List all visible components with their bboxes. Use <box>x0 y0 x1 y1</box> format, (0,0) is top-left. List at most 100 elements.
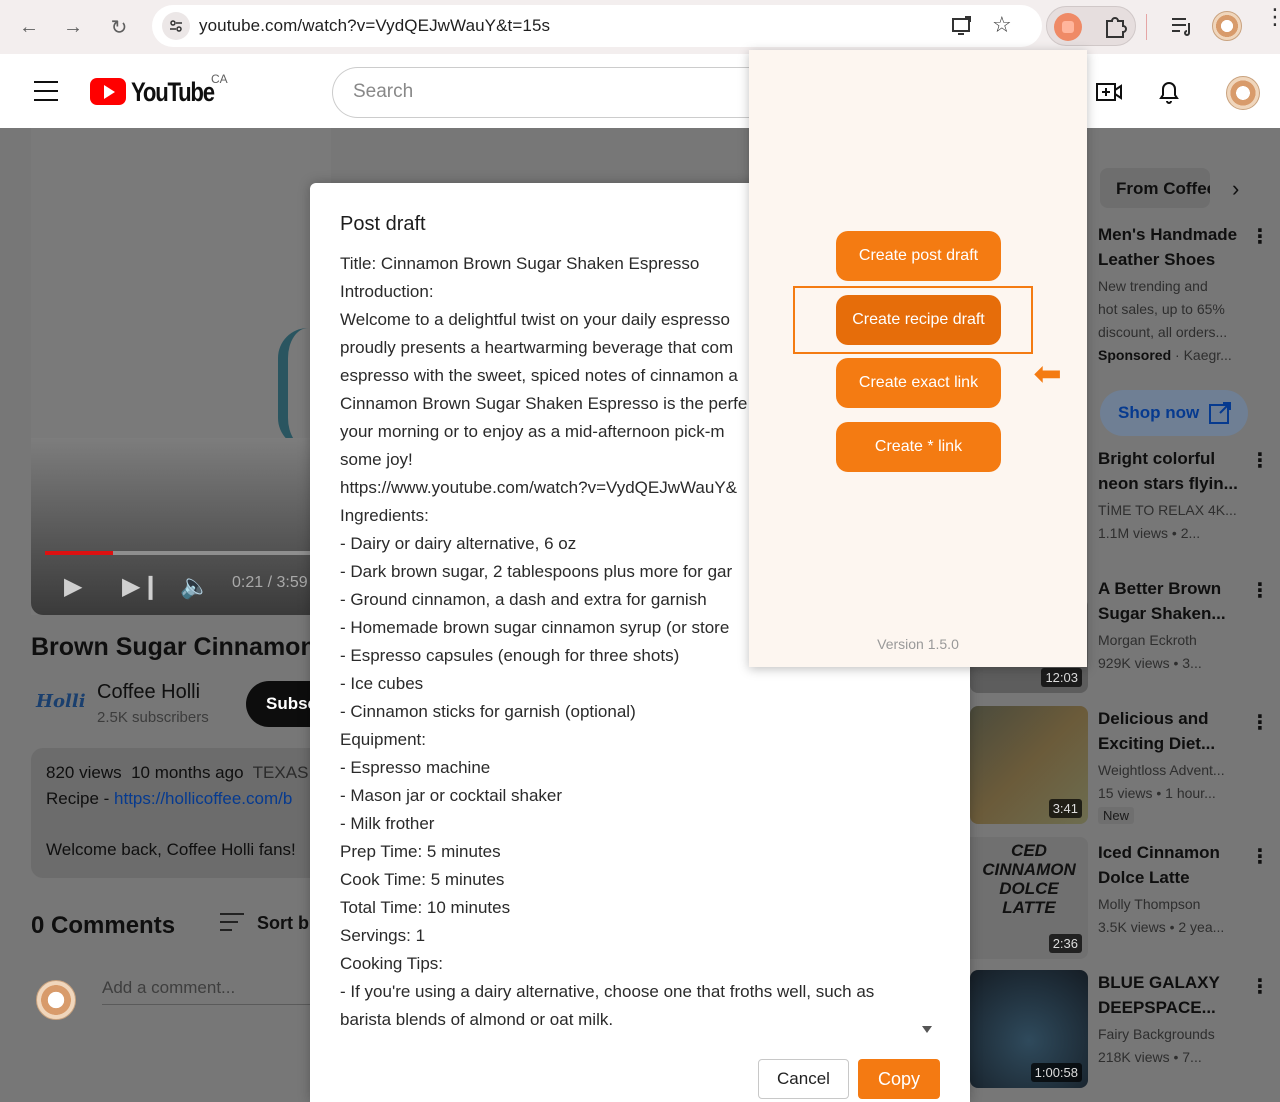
draft-line: - Cinnamon sticks for garnish (optional) <box>340 702 636 721</box>
rec-item[interactable]: A Better Brown Sugar Shaken... Morgan Ec… <box>1098 576 1248 675</box>
rec-meta: New trending and <box>1098 278 1208 294</box>
more-actions-icon[interactable]: ⋮ <box>1250 974 1270 999</box>
rec-title-line2: DEEPSPACE... <box>1098 998 1216 1017</box>
rec-title-line2: Sugar Shaken... <box>1098 604 1226 623</box>
rec-thumbnail[interactable]: 3:41 <box>970 706 1088 824</box>
country-code: CA <box>211 72 228 86</box>
rec-item-sponsored[interactable]: Men's Handmade Leather Shoes New trendin… <box>1098 222 1248 367</box>
shop-now-button[interactable]: Shop now <box>1100 390 1248 436</box>
duration-badge: 1:00:58 <box>1030 1063 1082 1082</box>
sort-by-button[interactable]: Sort b <box>257 913 309 934</box>
copy-button[interactable]: Copy <box>858 1059 940 1099</box>
location: TEXAS <box>252 763 309 782</box>
comments-count: 0 Comments <box>31 912 176 939</box>
bookmark-star-icon[interactable]: ☆ <box>992 12 1012 38</box>
rec-thumbnail[interactable]: 1:00:58 <box>970 970 1088 1088</box>
draft-line: Cook Time: 5 minutes <box>340 870 505 889</box>
rec-meta: TİME TO RELAX 4K... <box>1098 502 1237 518</box>
rec-item[interactable]: Bright colorful neon stars flyin... TİME… <box>1098 446 1248 545</box>
youtube-wordmark[interactable]: YouTube <box>131 77 215 108</box>
create-post-draft-button[interactable]: Create post draft <box>836 231 1001 281</box>
rec-thumbnail[interactable]: CED CINNAMON DOLCE LATTE 2:36 <box>970 837 1088 959</box>
add-comment-input[interactable]: Add a comment... <box>102 978 235 998</box>
draft-line: Cooking Tips: <box>340 954 443 973</box>
duration-badge: 2:36 <box>1048 934 1082 953</box>
channel-name[interactable]: Coffee Holli <box>97 681 200 704</box>
rec-title: A Better Brown <box>1098 579 1222 598</box>
rec-meta: 3.5K views • 2 yea... <box>1098 919 1225 935</box>
site-settings-icon[interactable] <box>162 12 190 40</box>
more-actions-icon[interactable]: ⋮ <box>1250 710 1270 735</box>
rec-meta: Fairy Backgrounds <box>1098 1026 1215 1042</box>
forward-icon[interactable]: → <box>58 12 88 42</box>
duration-badge: 3:41 <box>1048 799 1082 818</box>
youtube-logo-icon[interactable] <box>90 78 126 105</box>
rec-meta: 1.1M views • 2... <box>1098 525 1201 541</box>
cancel-button[interactable]: Cancel <box>758 1059 849 1099</box>
rec-item[interactable]: Delicious and Exciting Diet... Weightlos… <box>1098 706 1248 825</box>
url-text[interactable]: youtube.com/watch?v=VydQEJwWauY&t=15s <box>199 16 550 36</box>
rec-title: Bright colorful <box>1098 449 1216 468</box>
address-bar[interactable]: youtube.com/watch?v=VydQEJwWauY&t=15s ☆ <box>152 5 1042 47</box>
create-video-icon[interactable] <box>1095 80 1123 110</box>
rec-meta: 929K views • 3... <box>1098 655 1202 671</box>
thumbnail-text: CED CINNAMON DOLCE LATTE <box>982 841 1076 917</box>
highlight-box <box>793 286 1033 354</box>
external-link-icon <box>1208 401 1232 430</box>
create-exact-link-button[interactable]: Create exact link <box>836 358 1001 408</box>
more-actions-icon[interactable]: ⋮ <box>1250 844 1270 869</box>
search-input[interactable]: Search <box>332 67 772 118</box>
draft-line: Servings: 1 <box>340 926 426 945</box>
more-actions-icon[interactable]: ⋮ <box>1250 578 1270 603</box>
description-recipe: Recipe - https://hollicoffee.com/b <box>46 789 292 809</box>
draft-line: - Milk frother <box>340 814 435 833</box>
channel-avatar[interactable]: Holli <box>36 691 86 712</box>
guide-menu-icon[interactable] <box>34 81 58 108</box>
rec-meta: 15 views • 1 hour... <box>1098 785 1216 801</box>
rec-title: Iced Cinnamon <box>1098 843 1220 862</box>
rec-item[interactable]: BLUE GALAXY DEEPSPACE... Fairy Backgroun… <box>1098 970 1248 1069</box>
scroll-down-icon[interactable] <box>922 1026 932 1033</box>
comment-underline <box>102 1004 312 1005</box>
rec-meta: Weightloss Advent... <box>1098 762 1225 778</box>
browser-toolbar: ← → ↻ youtube.com/watch?v=VydQEJwWauY&t=… <box>0 0 1280 54</box>
dialog-title: Post draft <box>340 213 426 235</box>
create-wildcard-link-button[interactable]: Create * link <box>836 422 1001 472</box>
reading-list-icon[interactable] <box>1170 15 1194 42</box>
upload-age: 10 months ago <box>131 763 244 782</box>
back-icon[interactable]: ← <box>14 12 44 42</box>
rec-item[interactable]: Iced Cinnamon Dolce Latte Molly Thompson… <box>1098 840 1248 939</box>
more-actions-icon[interactable]: ⋮ <box>1250 448 1270 473</box>
recipe-link[interactable]: https://hollicoffee.com/b <box>114 789 292 808</box>
chip-from-channel[interactable]: From Coffee <box>1100 168 1210 208</box>
play-icon[interactable]: ▶ <box>64 572 82 601</box>
browser-menu-icon[interactable]: ⋮ <box>1264 6 1280 28</box>
search-placeholder: Search <box>353 81 414 102</box>
progress-bar[interactable] <box>45 551 325 555</box>
rec-title-line2: Exciting Diet... <box>1098 734 1216 753</box>
more-actions-icon[interactable]: ⋮ <box>1250 224 1270 249</box>
draft-line: - Espresso machine <box>340 758 491 777</box>
next-icon[interactable]: ▶❙ <box>122 572 161 601</box>
volume-icon[interactable]: 🔈 <box>180 572 210 601</box>
notifications-bell-icon[interactable] <box>1157 78 1181 112</box>
chevron-right-icon[interactable]: › <box>1232 176 1239 202</box>
commenter-avatar <box>36 980 76 1020</box>
recipe-extension-icon[interactable] <box>1054 13 1082 41</box>
install-app-icon[interactable] <box>950 14 974 43</box>
account-avatar[interactable] <box>1226 76 1260 110</box>
view-count: 820 views <box>46 763 122 782</box>
rec-meta: discount, all orders... <box>1098 324 1228 340</box>
reload-icon[interactable]: ↻ <box>104 12 134 42</box>
draft-line: - Mason jar or cocktail shaker <box>340 786 563 805</box>
toolbar-divider <box>1146 14 1147 40</box>
rec-meta: Morgan Eckroth <box>1098 632 1197 648</box>
rec-meta: hot sales, up to 65% <box>1098 301 1225 317</box>
rec-title-line2: Dolce Latte <box>1098 868 1190 887</box>
draft-line: barista blends of almond or oat milk. <box>340 1010 614 1029</box>
extensions-puzzle-icon[interactable] <box>1102 13 1128 44</box>
rec-title: Men's Handmade <box>1098 225 1238 244</box>
draft-line: Prep Time: 5 minutes <box>340 842 501 861</box>
sort-icon[interactable] <box>220 913 244 937</box>
profile-avatar[interactable] <box>1212 11 1242 41</box>
